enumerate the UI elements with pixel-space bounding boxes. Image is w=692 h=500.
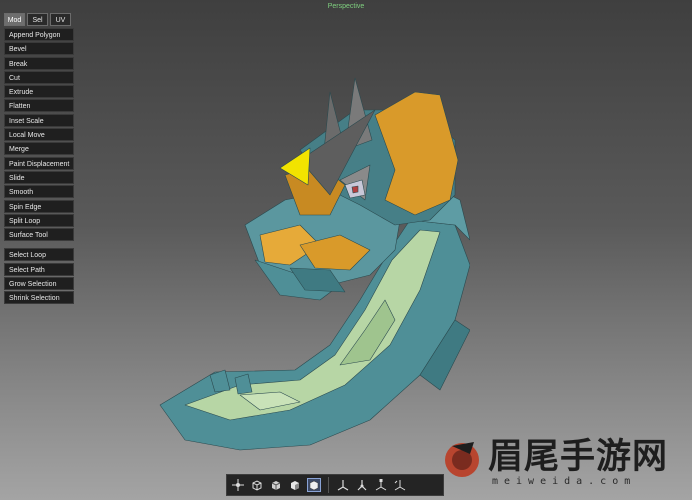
bottom-toolbar: [226, 474, 444, 496]
watermark-title: 眉尾手游网: [488, 437, 669, 477]
watermark-subtitle: meiweida.com: [492, 476, 637, 487]
pivot-icon[interactable]: [231, 478, 245, 492]
merge-button[interactable]: Merge: [4, 142, 74, 156]
smooth-button[interactable]: Smooth: [4, 185, 74, 199]
split-loop-button[interactable]: Split Loop: [4, 213, 74, 227]
spin-edge-button[interactable]: Spin Edge: [4, 199, 74, 213]
extrude-button[interactable]: Extrude: [4, 85, 74, 99]
viewport-title: Perspective: [327, 3, 365, 10]
tab-mod[interactable]: Mod: [4, 13, 25, 26]
watermark: 眉尾手游网 meiweida.com: [440, 426, 690, 496]
cube-wire-icon[interactable]: [250, 478, 264, 492]
bevel-button[interactable]: Bevel: [4, 42, 74, 56]
flatten-button[interactable]: Flatten: [4, 99, 74, 113]
cube-textured-icon[interactable]: [288, 478, 302, 492]
slide-button[interactable]: Slide: [4, 170, 74, 184]
surface-tool-button[interactable]: Surface Tool: [4, 228, 74, 242]
tab-uv[interactable]: UV: [50, 13, 71, 26]
shrink-selection-button[interactable]: Shrink Selection: [4, 291, 74, 305]
tab-sel[interactable]: Sel: [27, 13, 48, 26]
break-button[interactable]: Break: [4, 56, 74, 70]
axis-move-icon[interactable]: [336, 478, 350, 492]
local-move-button[interactable]: Local Move: [4, 128, 74, 142]
axis-rotate-icon[interactable]: [355, 478, 369, 492]
inset-scale-button[interactable]: Inset Scale: [4, 113, 74, 127]
tool-panel: Append Polygon Bevel Break Cut Extrude F…: [4, 28, 74, 306]
select-loop-button[interactable]: Select Loop: [4, 248, 74, 262]
toolbar-divider: [328, 477, 329, 493]
cube-solid-icon[interactable]: [269, 478, 283, 492]
axis-universal-icon[interactable]: [393, 478, 407, 492]
cut-button[interactable]: Cut: [4, 70, 74, 84]
mode-tabs: Mod Sel UV: [4, 13, 71, 26]
watermark-logo-icon: [445, 442, 479, 477]
append-polygon-button[interactable]: Append Polygon: [4, 28, 74, 41]
axis-scale-icon[interactable]: [374, 478, 388, 492]
cube-shaded-icon[interactable]: [307, 478, 321, 492]
grow-selection-button[interactable]: Grow Selection: [4, 277, 74, 291]
select-path-button[interactable]: Select Path: [4, 262, 74, 276]
paint-displacement-button[interactable]: Paint Displacement: [4, 156, 74, 170]
dragon-model[interactable]: [150, 60, 470, 460]
